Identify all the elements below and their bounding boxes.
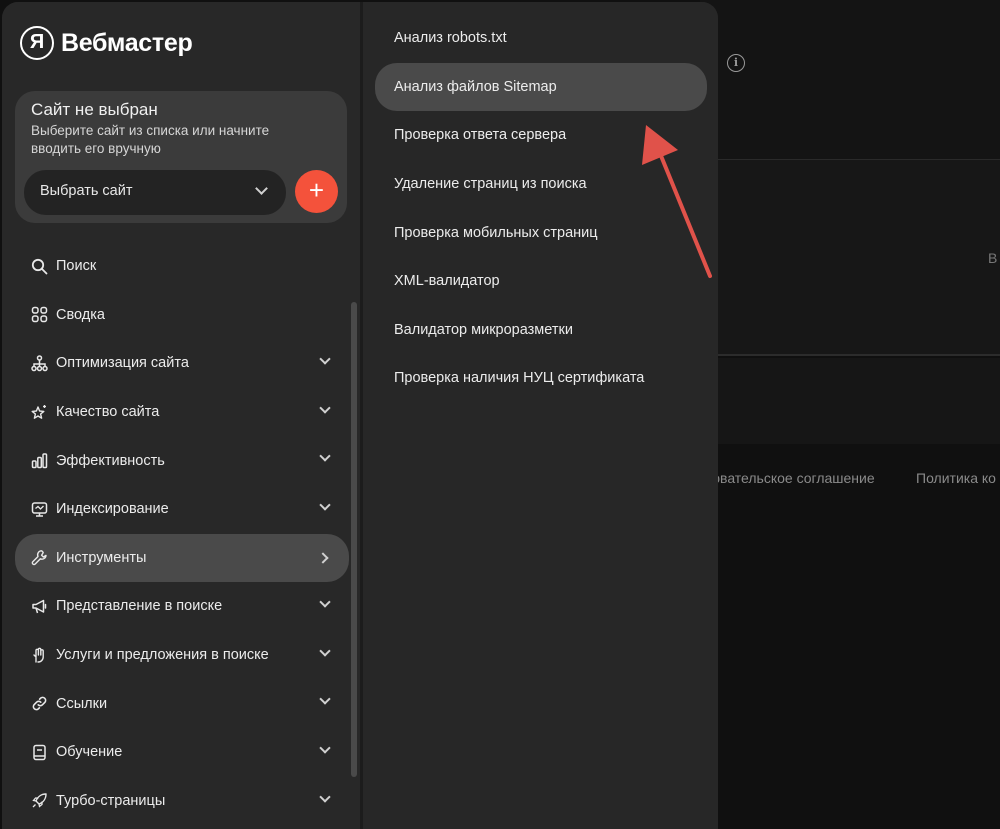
sidebar-item-label: Услуги и предложения в поиске	[56, 647, 269, 664]
sidebar-item-label: Инструменты	[56, 549, 147, 566]
grid-icon	[30, 306, 48, 324]
chevron-down-icon	[319, 742, 331, 754]
chevron-down-icon	[319, 450, 331, 463]
site-card: Сайт не выбран Выберите сайт из списка и…	[15, 91, 347, 223]
star-sparkle-icon	[30, 403, 48, 421]
background-card	[700, 160, 1000, 356]
chevron-down-icon	[319, 353, 331, 365]
info-icon[interactable]: i	[727, 54, 745, 72]
site-card-description: Выберите сайт из списка или начните ввод…	[31, 123, 270, 156]
chevron-down-icon	[319, 790, 331, 803]
sidebar-item-label: Оптимизация сайта	[56, 355, 189, 372]
logo[interactable]: Я Вебмастер	[20, 26, 193, 60]
site-select-dropdown[interactable]: Выбрать сайт	[24, 170, 286, 215]
sidebar-item-10[interactable]: Обучение	[15, 728, 349, 777]
sidebar-item-label: Представление в поиске	[56, 598, 223, 615]
submenu-item-0[interactable]: Анализ robots.txt	[375, 14, 707, 63]
chevron-down-icon	[319, 499, 331, 511]
sidebar-item-11[interactable]: Турбо-страницы	[15, 777, 349, 826]
link-icon	[30, 695, 48, 713]
chevron-down-icon	[319, 402, 331, 414]
sidebar-item-label: Качество сайта	[56, 404, 160, 421]
yandex-logo-icon: Я	[20, 26, 54, 60]
submenu-item-7[interactable]: Проверка наличия НУЦ сертификата	[375, 354, 707, 403]
sidebar-item-2[interactable]: Оптимизация сайта	[15, 339, 349, 388]
tools-submenu: Анализ robots.txt Анализ файлов Sitemap Пр…	[363, 2, 718, 829]
footer-link-policy[interactable]: Политика ко	[916, 470, 996, 486]
search-icon	[30, 257, 48, 275]
chevron-right-icon	[317, 551, 329, 564]
sitemap-icon	[30, 354, 48, 372]
sidebar-nav: Поиск Сводка Оптимизация сайта Качество сай…	[15, 242, 349, 825]
sidebar-item-6[interactable]: Инструменты	[15, 533, 349, 583]
monitor-icon	[30, 500, 48, 518]
sidebar-item-label: Поиск	[56, 258, 97, 275]
submenu-item-2[interactable]: Проверка ответа сервера	[375, 111, 707, 160]
sidebar-item-0[interactable]: Поиск	[15, 242, 349, 291]
sidebar-item-5[interactable]: Индексирование	[15, 485, 349, 534]
submenu-item-5[interactable]: XML-валидатор	[375, 257, 707, 306]
hand-icon	[30, 646, 48, 664]
chevron-down-icon	[319, 596, 331, 608]
submenu-item-3[interactable]: Удаление страниц из поиска	[375, 160, 707, 209]
sidebar-item-label: Эффективность	[56, 452, 165, 469]
chevron-down-icon	[255, 182, 268, 195]
wrench-icon	[30, 549, 48, 567]
background-card-2	[700, 358, 1000, 444]
tools-submenu-list: Анализ robots.txt Анализ файлов Sitemap Пр…	[375, 14, 707, 403]
background-header	[700, 0, 1000, 160]
megaphone-icon	[30, 597, 48, 615]
sidebar-item-8[interactable]: Услуги и предложения в поиске	[15, 631, 349, 680]
sidebar-item-9[interactable]: Ссылки	[15, 679, 349, 728]
sidebar-item-1[interactable]: Сводка	[15, 291, 349, 340]
footer-link-agreement[interactable]: зовательское соглашение	[706, 470, 875, 486]
sidebar-item-4[interactable]: Эффективность	[15, 436, 349, 485]
sidebar: Я Вебмастер Сайт не выбран Выберите сайт…	[2, 2, 360, 829]
book-icon	[30, 743, 48, 761]
submenu-item-4[interactable]: Проверка мобильных страниц	[375, 208, 707, 257]
background-partial-text: В	[988, 250, 998, 266]
submenu-item-1[interactable]: Анализ файлов Sitemap	[375, 62, 707, 112]
navigation-panel: Я Вебмастер Сайт не выбран Выберите сайт…	[2, 2, 718, 829]
chevron-down-icon	[319, 693, 331, 706]
sidebar-item-3[interactable]: Качество сайта	[15, 388, 349, 437]
sidebar-item-label: Турбо-страницы	[56, 792, 166, 809]
sidebar-item-label: Обучение	[56, 744, 123, 761]
bar-chart-icon	[30, 452, 48, 470]
chevron-down-icon	[319, 645, 331, 657]
add-site-button[interactable]: +	[295, 170, 338, 213]
rocket-icon	[30, 792, 48, 810]
site-card-title: Сайт не выбран	[31, 100, 158, 119]
sidebar-item-7[interactable]: Представление в поиске	[15, 582, 349, 631]
submenu-item-6[interactable]: Валидатор микроразметки	[375, 306, 707, 355]
sidebar-item-label: Ссылки	[56, 695, 108, 712]
site-select-label: Выбрать сайт	[40, 183, 133, 199]
app-title: Вебмастер	[61, 28, 193, 57]
sidebar-item-label: Индексирование	[56, 501, 169, 518]
sidebar-item-label: Сводка	[56, 306, 105, 323]
sidebar-scrollbar[interactable]	[351, 302, 357, 777]
